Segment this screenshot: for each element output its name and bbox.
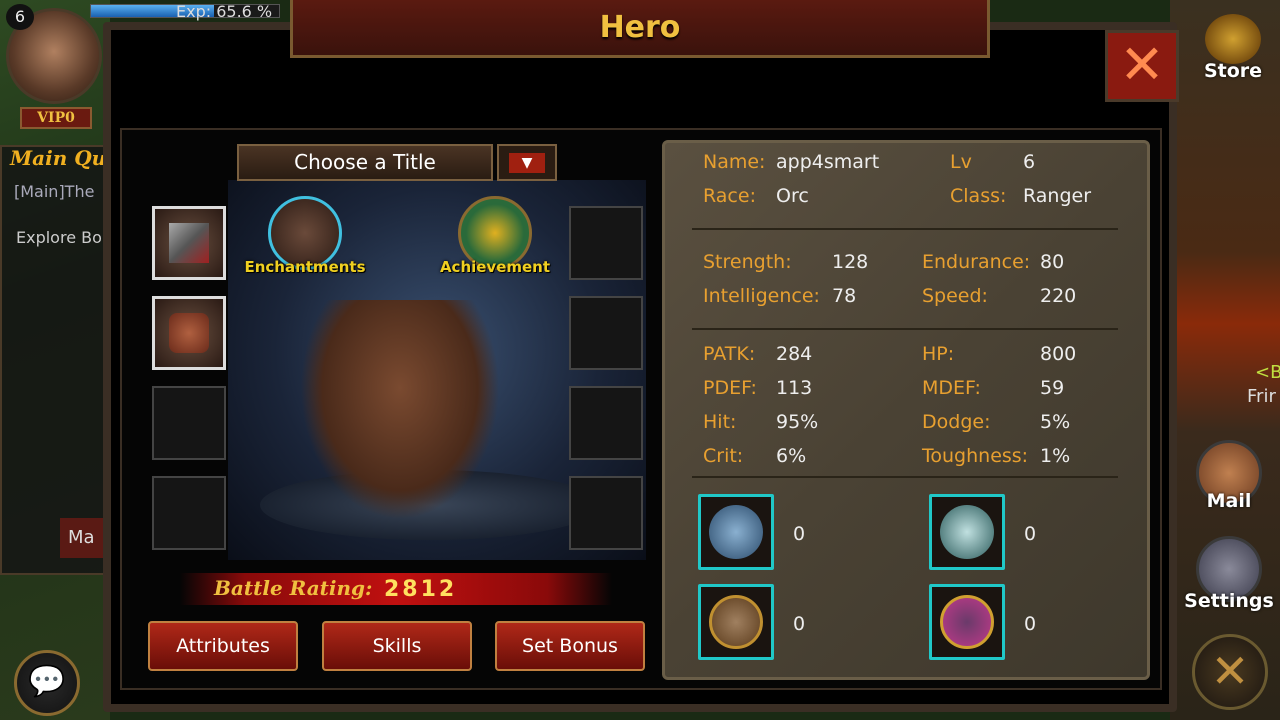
- stat-label: Endurance:: [922, 251, 1031, 273]
- quest-line[interactable]: [Main]The: [14, 182, 94, 201]
- emblem-count: 0: [793, 523, 806, 545]
- equipment-slot[interactable]: [569, 296, 643, 370]
- store-label: Store: [1203, 60, 1263, 82]
- stat-value: 113: [776, 377, 813, 399]
- vip-badge[interactable]: VIP0: [20, 107, 92, 129]
- achievement-button[interactable]: Achievement: [425, 196, 565, 276]
- stat-value: 59: [1040, 377, 1065, 399]
- stat-label: Intelligence:: [703, 285, 820, 307]
- stat-label: PDEF:: [703, 377, 757, 399]
- level-label: Lv: [950, 151, 972, 173]
- emblem-count: 0: [793, 613, 806, 635]
- notice-text: Frir: [1247, 386, 1276, 407]
- equipment-slot[interactable]: [569, 386, 643, 460]
- stat-value: 128: [832, 251, 869, 273]
- title-dropdown-button[interactable]: ▼: [497, 144, 557, 181]
- equipment-slot[interactable]: [569, 476, 643, 550]
- class-value: Ranger: [1023, 185, 1092, 207]
- stat-label: Strength:: [703, 251, 792, 273]
- quest-panel[interactable]: [0, 145, 110, 575]
- race-label: Race:: [703, 185, 756, 207]
- stat-label: Speed:: [922, 285, 988, 307]
- window-title: Hero: [599, 10, 681, 45]
- divider: [692, 476, 1118, 478]
- emblem-count: 0: [1024, 523, 1037, 545]
- achievement-label: Achievement: [439, 258, 551, 276]
- emblem-count: 0: [1024, 613, 1037, 635]
- chat-bubble-icon: 💬: [28, 664, 66, 699]
- player-level: 6: [6, 4, 34, 30]
- exp-label: Exp: 65.6 %: [176, 2, 273, 21]
- stat-value: 6%: [776, 445, 807, 467]
- crossed-swords-menu-button[interactable]: ✕: [1192, 634, 1268, 710]
- equipment-slot[interactable]: [152, 476, 226, 550]
- stat-value: 80: [1040, 251, 1065, 273]
- race-value: Orc: [776, 185, 809, 207]
- stat-label: Dodge:: [922, 411, 991, 433]
- stat-label: PATK:: [703, 343, 756, 365]
- stat-label: Hit:: [703, 411, 737, 433]
- emblem-slot[interactable]: [698, 584, 774, 660]
- stat-value: 284: [776, 343, 813, 365]
- stat-label: Toughness:: [922, 445, 1029, 467]
- tab-attributes[interactable]: Attributes: [148, 621, 298, 671]
- class-label: Class:: [950, 185, 1007, 207]
- quest-line[interactable]: Explore Bo: [16, 228, 102, 247]
- tab-set-bonus[interactable]: Set Bonus: [495, 621, 645, 671]
- axe-icon: [169, 223, 209, 263]
- tab-skills[interactable]: Skills: [322, 621, 472, 671]
- enchantments-button[interactable]: Enchantments: [235, 196, 375, 276]
- stat-value: 95%: [776, 411, 819, 433]
- mail-button[interactable]: Mail: [1184, 440, 1274, 512]
- stat-label: Crit:: [703, 445, 744, 467]
- divider: [692, 328, 1118, 330]
- title-select[interactable]: Choose a Title: [237, 144, 493, 181]
- store-button[interactable]: Store: [1188, 14, 1278, 82]
- stat-label: MDEF:: [922, 377, 981, 399]
- stat-value: 1%: [1040, 445, 1071, 467]
- name-label: Name:: [703, 151, 766, 173]
- chevron-down-icon: ▼: [509, 153, 545, 173]
- stat-value: 78: [832, 285, 857, 307]
- close-button[interactable]: ✕: [1105, 30, 1179, 102]
- dragon-shield-icon: [940, 595, 994, 649]
- emblem-slot[interactable]: [929, 494, 1005, 570]
- settings-label: Settings: [1184, 590, 1274, 612]
- equipment-slot-weapon[interactable]: [152, 206, 226, 280]
- close-x-icon: ✕: [1119, 33, 1165, 96]
- name-value: app4smart: [776, 151, 880, 173]
- equipment-slot[interactable]: [569, 206, 643, 280]
- level-value: 6: [1023, 151, 1036, 173]
- treasure-chest-icon: [1205, 14, 1261, 64]
- emblem-slot[interactable]: [929, 584, 1005, 660]
- chat-button[interactable]: 💬: [14, 650, 80, 716]
- mail-label: Mail: [1206, 490, 1252, 512]
- game-background-right: [1170, 0, 1280, 720]
- battle-rating-value: 2812: [384, 577, 458, 602]
- equipment-slot-armor[interactable]: [152, 296, 226, 370]
- emblem-slot[interactable]: [698, 494, 774, 570]
- stat-value: 800: [1040, 343, 1077, 365]
- stat-value: 220: [1040, 285, 1077, 307]
- shield-sword-icon: [709, 505, 763, 559]
- lion-medal-icon: [709, 595, 763, 649]
- stat-value: 5%: [1040, 411, 1071, 433]
- battle-rating-label: Battle Rating:: [214, 576, 373, 600]
- hero-character-model[interactable]: [300, 300, 500, 520]
- settings-button[interactable]: Settings: [1184, 536, 1274, 612]
- stat-label: HP:: [922, 343, 955, 365]
- notice-text: <B: [1255, 362, 1280, 383]
- skull-shield-icon: [940, 505, 994, 559]
- quest-title: Main Qu: [10, 146, 107, 170]
- divider: [692, 228, 1118, 230]
- enchantments-label: Enchantments: [244, 258, 366, 276]
- quest-map-button[interactable]: Ma: [60, 518, 105, 558]
- armor-icon: [169, 313, 209, 353]
- equipment-slot[interactable]: [152, 386, 226, 460]
